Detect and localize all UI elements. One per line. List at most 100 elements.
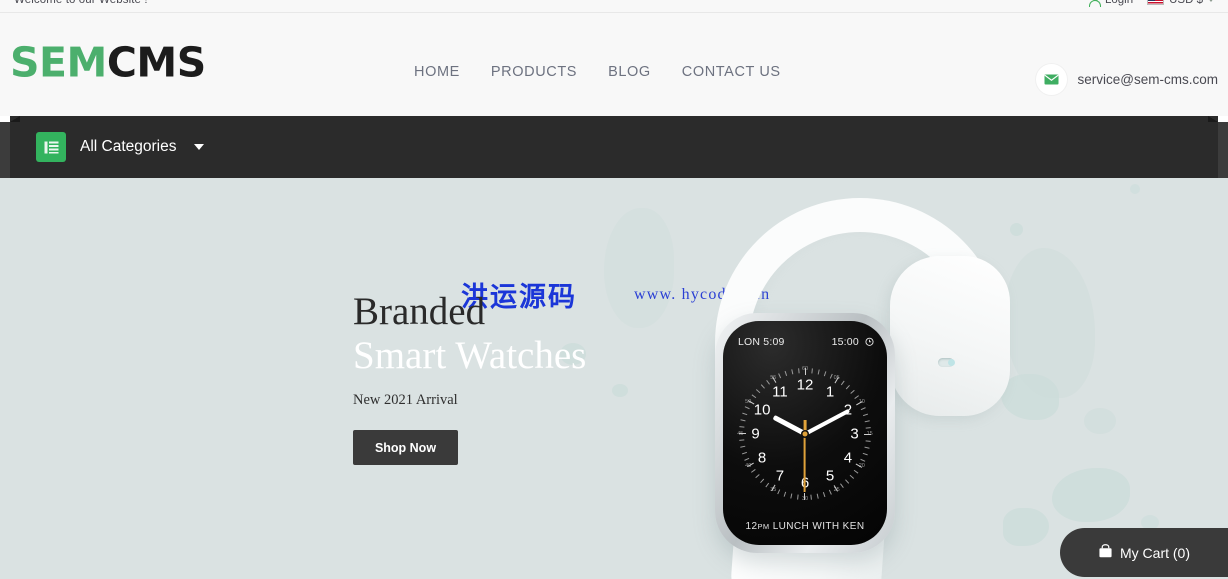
watch-event-rest: LUNCH WITH KEN	[769, 521, 865, 532]
shopping-bag-icon	[1098, 544, 1113, 561]
dial-tick	[744, 457, 750, 461]
dial-tick	[805, 368, 806, 375]
logo-text-cms: CMS	[106, 38, 206, 87]
watch-dial-pivot	[802, 431, 808, 437]
dial-tick	[791, 369, 794, 375]
dial-tick	[823, 371, 827, 377]
ribbon-notch-right	[1208, 116, 1218, 122]
floating-cart-label: My Cart (0)	[1120, 544, 1190, 561]
dial-tick	[777, 489, 781, 495]
dial-tick	[845, 384, 850, 390]
dial-tick	[755, 474, 760, 479]
dial-tick	[739, 426, 745, 428]
dial-numeral: 12	[796, 376, 814, 394]
dial-tick	[784, 370, 788, 376]
dial-tick	[760, 384, 765, 389]
watch-event-ampm: PM	[757, 522, 770, 531]
dial-tick	[744, 406, 750, 410]
logo-text-sem: SEM	[10, 38, 107, 87]
watch-event-hour: 12	[745, 521, 758, 532]
dial-numeral: 7	[775, 467, 785, 485]
login-link[interactable]: Login	[1089, 0, 1133, 7]
site-logo[interactable]: SEMCMS	[10, 42, 206, 84]
shop-now-button[interactable]: Shop Now	[353, 430, 458, 466]
dial-numeral: 4	[843, 449, 853, 467]
watch-clasp-hole	[938, 358, 955, 367]
watch-case: LON 5:09 15:00 12 1 2 3 4 5	[715, 313, 895, 553]
ribbon-fold-right	[1218, 122, 1228, 178]
dial-numeral: 9	[751, 425, 760, 443]
dial-tick	[860, 458, 866, 462]
watch-status-left: LON 5:09	[738, 336, 785, 348]
watch-screen: LON 5:09 15:00 12 1 2 3 4 5	[723, 321, 887, 545]
us-flag-icon	[1147, 0, 1165, 5]
dial-minute-label: 45	[737, 431, 744, 437]
currency-selector[interactable]: USD $	[1147, 0, 1214, 6]
floating-cart-button[interactable]: My Cart (0)	[1060, 528, 1228, 577]
list-menu-icon	[36, 132, 66, 162]
splatter-decor	[1084, 408, 1116, 434]
email-address: service@sem-cms.com	[1077, 72, 1218, 87]
dial-tick	[864, 446, 870, 449]
nav-item-blog[interactable]: BLOG	[608, 64, 682, 80]
dial-tick	[816, 493, 819, 499]
chevron-down-icon	[1208, 0, 1214, 2]
smart-watch-image: LON 5:09 15:00 12 1 2 3 4 5	[620, 198, 1050, 579]
dial-tick	[822, 492, 826, 498]
dial-tick	[798, 368, 800, 374]
site-header: SEMCMS HOME PRODUCTS BLOG CONTACT US ser…	[0, 13, 1228, 116]
dial-tick	[740, 445, 746, 448]
dial-tick	[862, 452, 868, 456]
envelope-icon	[1035, 64, 1067, 95]
dial-tick	[840, 483, 844, 488]
all-categories-label: All Categories	[80, 138, 177, 155]
dial-tick	[849, 474, 855, 479]
dial-tick	[778, 373, 782, 379]
splatter-decor	[1052, 468, 1130, 522]
top-bar-right: Login USD $	[1089, 0, 1214, 7]
dial-tick	[755, 389, 761, 394]
main-navigation: HOME PRODUCTS BLOG CONTACT US	[414, 64, 812, 80]
dial-tick	[741, 451, 747, 455]
dial-numeral: 11	[772, 383, 788, 401]
dial-tick	[853, 469, 859, 474]
dial-numeral: 1	[825, 383, 835, 401]
dial-tick	[739, 433, 746, 434]
header-email[interactable]: service@sem-cms.com	[1035, 64, 1218, 95]
dial-tick	[864, 420, 870, 423]
search-bar: All Categories	[10, 116, 1218, 178]
watch-status-right: 15:00	[831, 336, 859, 348]
nav-item-home[interactable]: HOME	[414, 64, 491, 80]
nav-item-contact-us[interactable]: CONTACT US	[682, 64, 812, 80]
dial-tick	[804, 493, 805, 500]
dial-tick	[760, 478, 765, 484]
dial-tick	[865, 427, 871, 429]
watch-hour-hand	[772, 414, 807, 437]
user-icon	[1089, 0, 1102, 7]
watch-second-hand	[804, 434, 806, 492]
hero-banner: 洪运源码 www. hycodes. cn Branded Smart Watc…	[0, 178, 1228, 579]
dial-tick	[850, 389, 855, 394]
currency-label: USD $	[1169, 0, 1203, 6]
nav-item-products[interactable]: PRODUCTS	[491, 64, 608, 80]
all-categories-button[interactable]: All Categories	[36, 132, 204, 162]
watch-dial: 12 1 2 3 4 5 6 7 8 9 10 11 60 05 10 15	[737, 366, 872, 502]
splatter-decor	[1130, 184, 1140, 194]
alarm-icon	[865, 337, 874, 346]
chevron-down-icon	[193, 144, 204, 150]
watch-band-clasp	[890, 256, 1010, 416]
dial-tick	[783, 491, 787, 497]
dial-tick	[740, 419, 746, 422]
dial-numeral: 5	[825, 467, 835, 485]
welcome-message: Welcome to our Website !	[14, 0, 1089, 6]
watch-status-row: LON 5:09 15:00	[738, 336, 874, 348]
watch-minute-hand	[804, 408, 851, 436]
dial-tick	[845, 479, 850, 484]
search-bar-section: All Categories Search (0) My Cart (0)	[0, 116, 1228, 278]
top-bar: Welcome to our Website ! Login USD $	[0, 0, 1228, 13]
dial-tick	[829, 373, 833, 379]
dial-tick	[751, 469, 756, 473]
dial-tick	[797, 494, 799, 500]
dial-minute-label: 30	[801, 495, 809, 502]
dial-tick	[817, 369, 820, 375]
